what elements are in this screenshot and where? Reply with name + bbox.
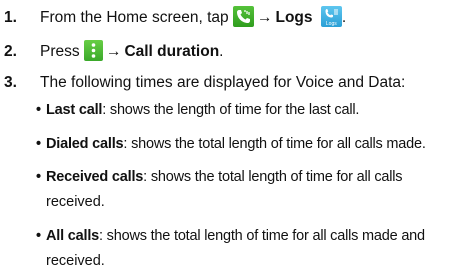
bullet-glyph: • bbox=[36, 169, 41, 185]
arrow-glyph: → bbox=[105, 43, 122, 60]
bullet-continuation: received. bbox=[46, 194, 105, 210]
menu-icon bbox=[83, 40, 103, 61]
bullet-glyph: • bbox=[36, 136, 41, 152]
bullet-desc: : shows the total length of time for all… bbox=[99, 228, 425, 244]
step-text: The following times are displayed for Vo… bbox=[40, 74, 406, 91]
list-item: • All calls: shows the total length of ti… bbox=[36, 224, 464, 249]
bullet-desc: : shows the total length of time for all… bbox=[143, 169, 403, 185]
bullet-continuation: received. bbox=[46, 253, 105, 269]
logs-icon: Logs bbox=[320, 6, 342, 27]
bullet-term: Received calls bbox=[46, 169, 144, 185]
step-number: 1. bbox=[4, 9, 17, 26]
bullet-desc: : shows the total length of time for all… bbox=[123, 136, 426, 152]
instructions-page: 1. From the Home screen, tap → Logs Logs .… bbox=[0, 0, 466, 276]
step-text: Press bbox=[40, 43, 80, 60]
list-item: • Last call: shows the length of time for… bbox=[36, 98, 464, 123]
phone-icon bbox=[232, 6, 254, 27]
step-target: Logs bbox=[275, 9, 313, 26]
bullet-glyph: • bbox=[36, 228, 41, 244]
step-text: From the Home screen, tap bbox=[40, 9, 229, 26]
step-number: 3. bbox=[4, 74, 17, 91]
arrow-glyph: → bbox=[256, 9, 273, 26]
list-item: • Received calls: shows the total length … bbox=[36, 165, 464, 190]
step-3: 3. The following times are displayed for … bbox=[4, 73, 405, 93]
bullet-desc: : shows the length of time for the last … bbox=[102, 102, 360, 118]
list-item: • Dialed calls: shows the total length of… bbox=[36, 132, 464, 157]
step-2: 2. Press → Call duration. bbox=[4, 40, 223, 62]
bullet-term: All calls bbox=[46, 228, 100, 244]
bullet-glyph: • bbox=[36, 102, 41, 118]
step-target: Call duration bbox=[124, 43, 220, 60]
step-1: 1. From the Home screen, tap → Logs Logs . bbox=[4, 6, 346, 28]
logs-icon-label: Logs bbox=[325, 21, 337, 27]
bullet-term: Dialed calls bbox=[46, 136, 124, 152]
bullet-term: Last call bbox=[46, 102, 103, 118]
step-number: 2. bbox=[4, 43, 17, 60]
